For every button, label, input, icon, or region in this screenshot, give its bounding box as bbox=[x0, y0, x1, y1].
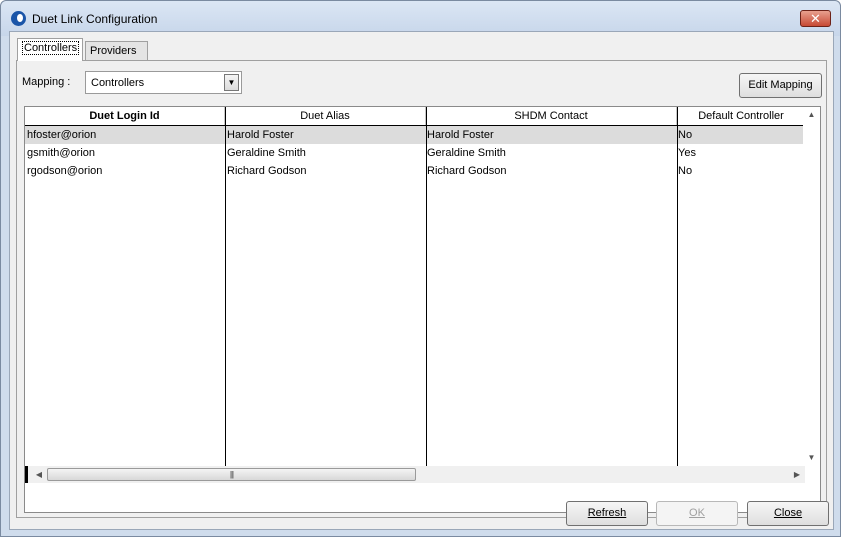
cell-alias: Harold Foster bbox=[227, 129, 294, 141]
scroll-left-icon[interactable]: ◀ bbox=[31, 466, 47, 483]
mapping-dropdown[interactable]: Controllers ▼ bbox=[85, 71, 242, 94]
controllers-table: Duet Login Id Duet Alias SHDM Contact De… bbox=[24, 106, 821, 513]
tab-controllers[interactable]: Controllers bbox=[17, 38, 83, 61]
horizontal-scroll-thumb[interactable]: ||| bbox=[47, 468, 416, 481]
cell-alias: Geraldine Smith bbox=[227, 147, 306, 159]
column-header-duet-alias[interactable]: Duet Alias bbox=[225, 107, 426, 125]
tab-providers[interactable]: Providers bbox=[85, 41, 148, 61]
cell-login-id: rgodson@orion bbox=[27, 165, 103, 177]
column-header-shdm-contact[interactable]: SHDM Contact bbox=[426, 107, 677, 125]
cell-alias: Richard Godson bbox=[227, 165, 307, 177]
close-button[interactable]: Close bbox=[747, 501, 829, 526]
duet-app-icon bbox=[11, 11, 26, 26]
cell-default-controller: No bbox=[678, 165, 693, 177]
refresh-button-label: Refresh bbox=[587, 507, 627, 519]
table-row[interactable]: gsmith@orion Geraldine Smith Geraldine S… bbox=[25, 144, 805, 162]
cell-default-controller: No bbox=[678, 129, 693, 141]
table-header: Duet Login Id Duet Alias SHDM Contact De… bbox=[25, 107, 805, 126]
cell-login-id: gsmith@orion bbox=[27, 147, 96, 159]
window-close-button[interactable]: ✕ bbox=[800, 10, 831, 27]
ok-button-label: OK bbox=[689, 507, 705, 519]
column-header-duet-login-id[interactable]: Duet Login Id bbox=[25, 107, 225, 125]
column-divider bbox=[426, 107, 427, 466]
table-row[interactable]: hfoster@orion Harold Foster Harold Foste… bbox=[25, 126, 805, 144]
close-icon: ✕ bbox=[810, 11, 821, 26]
cell-login-id: hfoster@orion bbox=[27, 129, 97, 141]
scroll-up-icon[interactable]: ▲ bbox=[803, 107, 820, 123]
scroll-right-icon[interactable]: ▶ bbox=[789, 466, 805, 483]
mapping-label: Mapping : bbox=[22, 76, 71, 88]
dialog-body: Controllers Providers Mapping : Controll… bbox=[9, 31, 834, 530]
cell-shdm-contact: Richard Godson bbox=[427, 165, 507, 177]
cell-shdm-contact: Geraldine Smith bbox=[427, 147, 506, 159]
column-divider bbox=[225, 107, 226, 466]
column-header-default-controller[interactable]: Default Controller bbox=[677, 107, 805, 125]
tab-controllers-label: Controllers bbox=[22, 41, 80, 55]
cell-default-controller: Yes bbox=[678, 147, 696, 159]
tab-providers-label: Providers bbox=[90, 45, 137, 57]
close-button-label: Close bbox=[773, 507, 803, 519]
vertical-scrollbar[interactable]: ▲ ▼ bbox=[803, 107, 820, 466]
mapping-selected-value: Controllers bbox=[91, 77, 145, 89]
refresh-button[interactable]: Refresh bbox=[566, 501, 648, 526]
cell-shdm-contact: Harold Foster bbox=[427, 129, 494, 141]
edit-mapping-button[interactable]: Edit Mapping bbox=[739, 73, 822, 98]
controllers-panel: Mapping : Controllers ▼ Edit Mapping Due… bbox=[16, 60, 827, 518]
scrollbar-edge bbox=[25, 466, 28, 483]
horizontal-scrollbar[interactable]: ◀ ||| ▶ bbox=[25, 466, 805, 483]
chevron-down-icon[interactable]: ▼ bbox=[224, 74, 239, 91]
scroll-down-icon[interactable]: ▼ bbox=[803, 450, 820, 466]
window-title: Duet Link Configuration bbox=[32, 12, 158, 26]
column-divider bbox=[677, 107, 678, 466]
ok-button[interactable]: OK bbox=[656, 501, 738, 526]
duet-link-configuration-window: Duet Link Configuration ✕ Controllers Pr… bbox=[0, 0, 841, 537]
table-row[interactable]: rgodson@orion Richard Godson Richard God… bbox=[25, 162, 805, 180]
